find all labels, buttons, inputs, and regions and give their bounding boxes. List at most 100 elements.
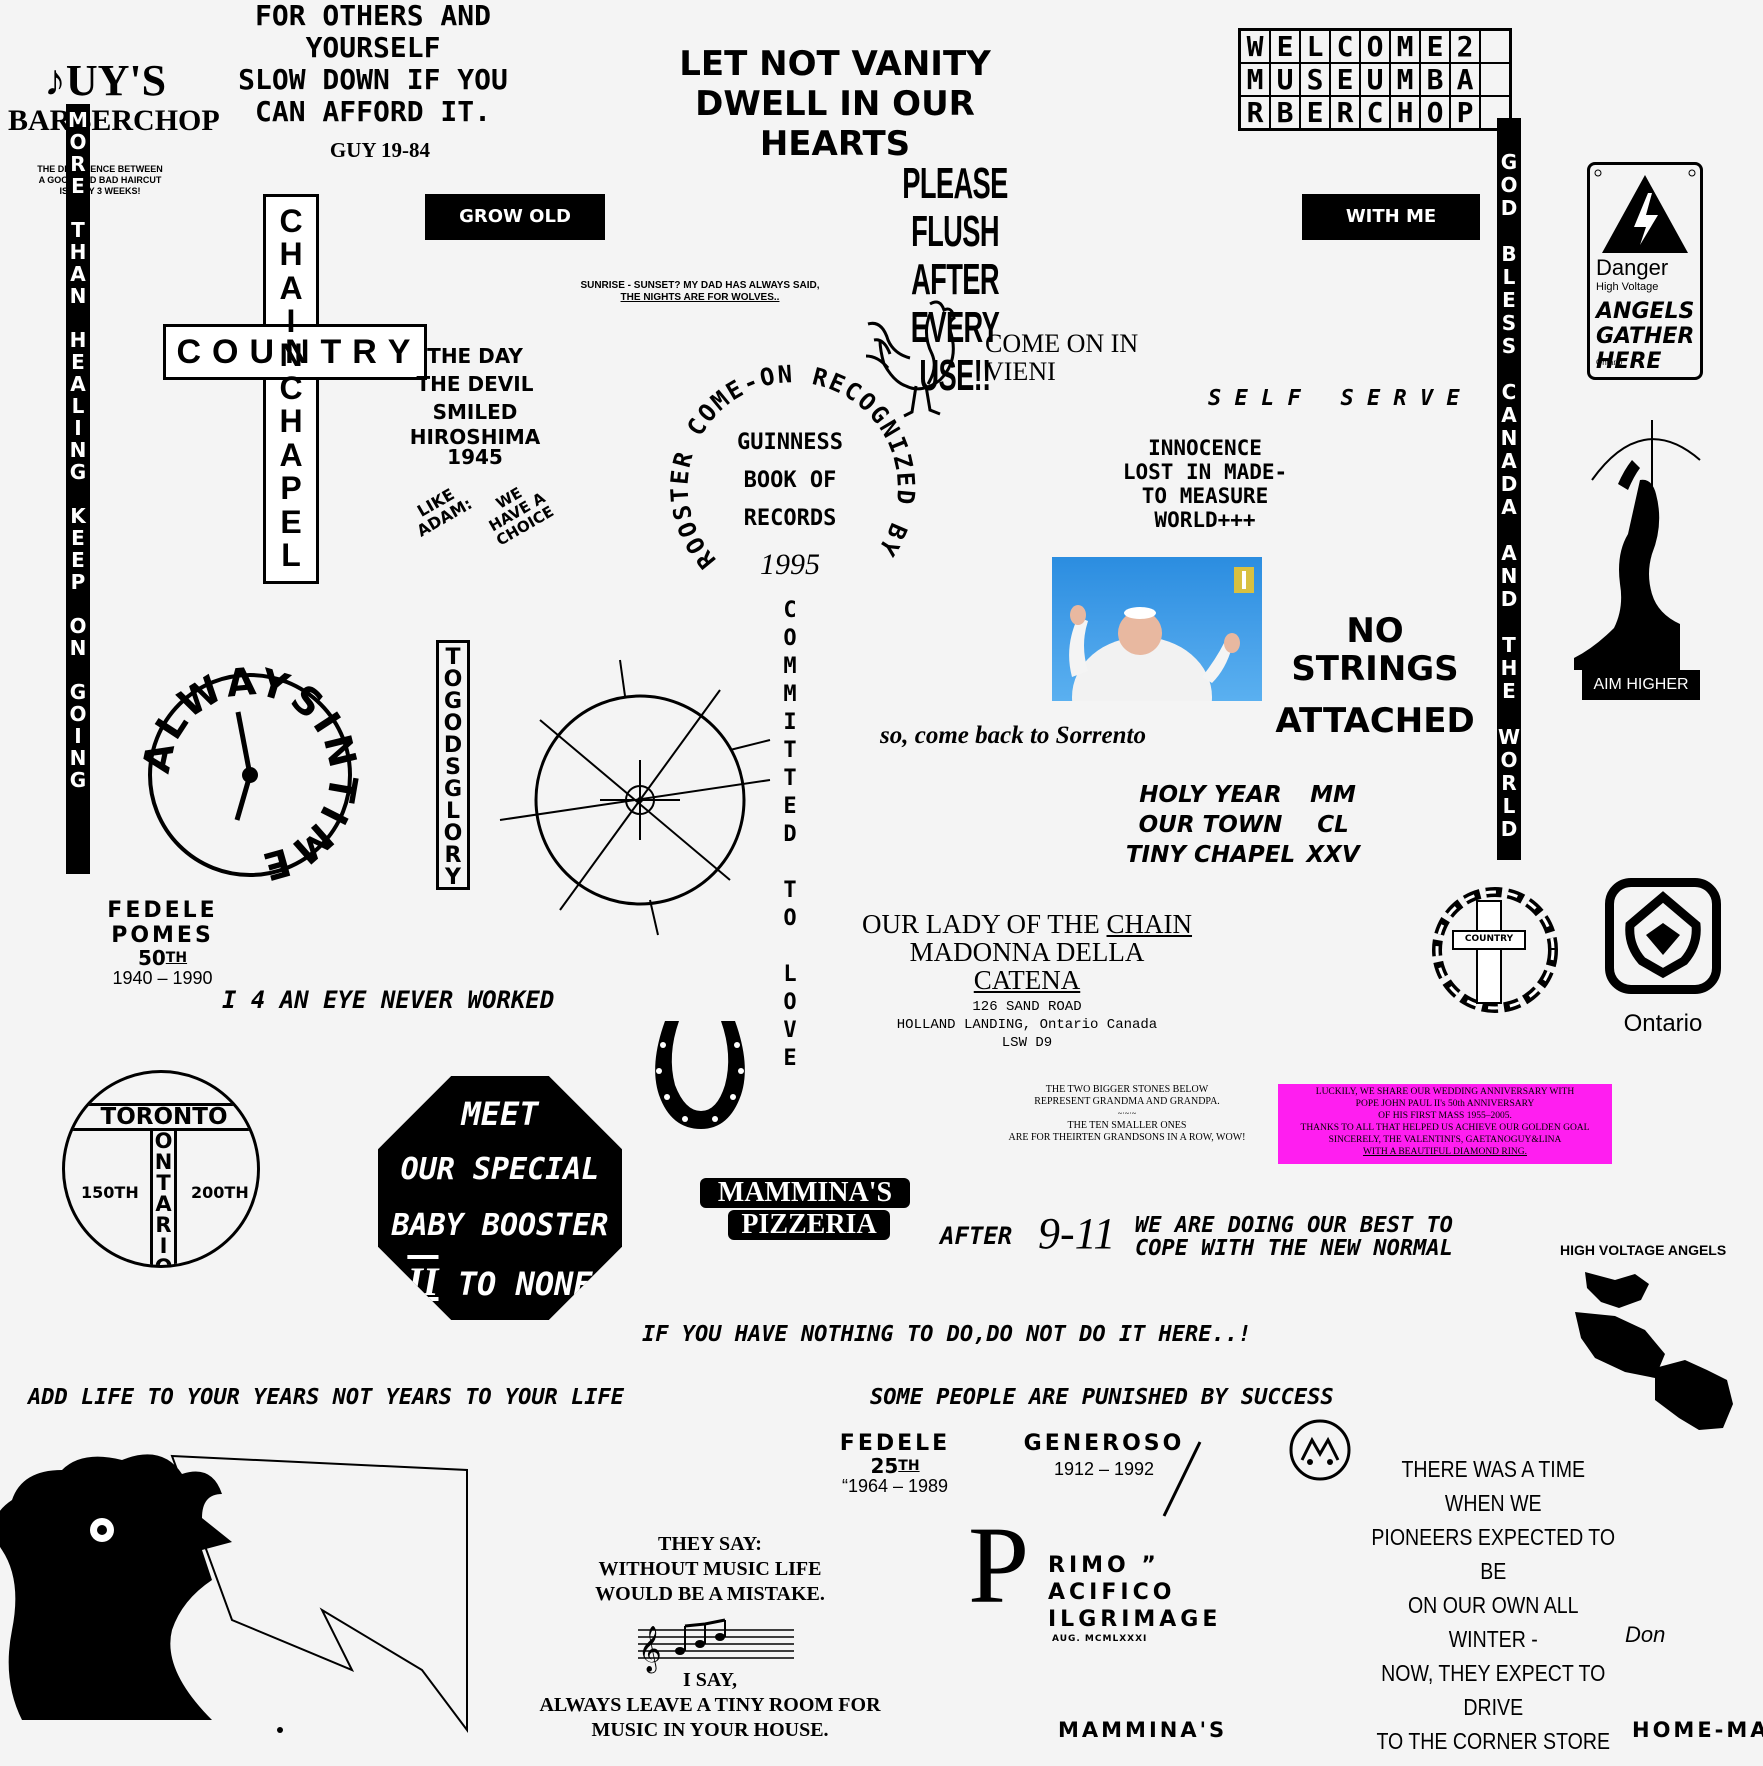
music-line-6: MUSIC IN YOUR HOUSE. [591,1719,829,1741]
holy-year-label: OUR TOWN [1138,812,1283,838]
toronto-vertical-letter: O [154,1129,173,1153]
committed-to-love-letter: D [783,822,797,847]
holy-year-table: HOLY YEAR MM OUR TOWN CL TINY CHAPEL XXV [1118,780,1363,870]
welcome-grid-cell: A [1450,63,1480,96]
welcome-grid-cell: 2 [1450,30,1480,63]
aim-higher-label: AIM HIGHER [1582,670,1700,700]
vertical-banner-left-letter: N [69,284,87,308]
welcome-grid-cell: U [1360,63,1390,96]
vanity-line-2: DWELL IN OUR HEARTS [695,84,975,164]
welcome-grid-cell [1480,63,1510,96]
vertical-banner-left: MORE THAN HEALING KEEP ON GOING [66,104,90,874]
music-quote-bottom: I SAY, ALWAYS LEAVE A TINY ROOM FOR MUSI… [530,1668,890,1743]
guinness-year: 1995 [760,548,820,581]
our-lady-line-2b: CATENA [973,965,1081,995]
holy-year-row: TINY CHAPEL XXV [1118,840,1363,870]
vanity-line-1: LET NOT VANITY [679,44,991,84]
home-ma-label: HOME-MA [1632,1718,1763,1742]
committed-to-love-letter: O [783,626,797,651]
fedele-pomes-anniv-num: 50 [137,946,166,970]
add-life-text: ADD LIFE TO YOUR YEARS NOT YEARS TO YOUR… [28,1385,625,1410]
holy-year-label: TINY CHAPEL [1125,842,1296,868]
m-circle-icon [1289,1419,1351,1481]
vertical-banner-right-letter: S [1501,311,1517,335]
fedele-25-anniv: 25TH [830,1456,960,1476]
vertical-banner-left-letter: M [68,108,88,132]
vertical-banner-left-letter: E [71,350,85,374]
vertical-banner-right-letter [1506,221,1513,241]
self-serve-text: S E L F S E R V E [1208,386,1460,411]
cross-vertical-letter: N [279,336,303,373]
toronto-vertical-letter: I [159,1234,168,1258]
welcome-grid-cell: C [1360,96,1390,129]
toronto-vertical-letter: R [155,1213,172,1237]
vertical-banner-right-letter: L [1502,794,1516,818]
guys-tagline-3: IS ONLY 3 WEEKS! [59,186,141,196]
cross-vertical-letter: H [279,403,303,440]
welcome-grid-cell: O [1420,96,1450,129]
primo-text: RIMO ” ACIFICO ILGRIMAGE [1048,1552,1221,1633]
fedele-pomes-anniv: 50TH [55,948,270,968]
holy-year-label: HOLY YEAR [1139,782,1282,808]
vertical-banner-right-letter: S [1501,334,1517,358]
after-911-line-1: WE ARE DOING OUR BEST TO [1135,1213,1453,1238]
vertical-banner-right-letter: E [1502,288,1516,312]
pioneers-line-5: TO THE CORNER STORE [1376,1728,1611,1754]
welcome-grid-cell: H [1390,96,1420,129]
committed-to-love-letter: M [783,682,797,707]
holy-year-number: XXV [1306,842,1360,868]
vertical-banner-left-letter: L [71,394,85,418]
mammina-bottom-label: MAMMINA'S [1058,1718,1228,1742]
to-gods-glory-letter: Y [445,865,461,890]
aim-higher-logo: AIM HIGHER [1574,420,1701,700]
pioneers-line-4: NOW, THEY EXPECT TO DRIVE [1381,1660,1606,1720]
devil-line-2: THE DEVIL [416,372,534,396]
vertical-banner-left-letter: I [74,416,82,440]
svg-text:𝄞: 𝄞 [638,1626,662,1674]
vertical-banner-right-letter [1506,704,1513,724]
always-in-time-clock: ALWAYSINTIME [134,659,362,890]
toronto-ontario-logo: TORONTO ONTARIO 150TH 200TH [62,1070,260,1268]
vertical-banner-left-letter: A [70,262,86,286]
vertical-banner-right-letter: A [1501,403,1517,427]
our-lady-addr-3: LSW D9 [1001,1035,1053,1051]
stop-line-2: OUR SPECIAL [400,1152,600,1187]
map-islands-icon [1575,1272,1733,1430]
vertical-banner-right-letter: A [1501,495,1517,519]
punished-text: SOME PEOPLE ARE PUNISHED BY SUCCESS [870,1385,1334,1410]
vertical-banner-right-letter: A [1501,449,1517,473]
others-signature: GUY 19-84 [329,138,431,162]
rooster-head-silhouette-icon [0,1454,468,1733]
cross-vertical-letter: A [279,436,303,473]
sunrise-line-2: THE NIGHTS ARE FOR WOLVES.. [620,292,780,303]
guinness-line-3: RECORDS [743,506,837,531]
flush-line-1: PLEASE FLUSH [902,159,1008,256]
committed-to-love-letter: I [783,710,797,735]
stones-line-2: REPRESENT GRANDMA AND GRANDPA. [1034,1096,1220,1107]
no-strings-line-3: ATTACHED [1275,701,1475,741]
welcome-grid-cell: M [1390,63,1420,96]
rooster-outline-icon [865,300,956,418]
welcome-museum-grid: WELCOME2 MUSEUMBA RBERCHOP [1238,28,1512,131]
toronto-vertical-text: ONTARIO [153,1129,174,1266]
no-strings-text: NO STRINGS ATTACHED [1270,612,1480,740]
toronto-vertical-letter: A [155,1192,172,1216]
vertical-banner-right-letter [1506,520,1513,540]
welcome-grid-cell: C [1330,30,1360,63]
vertical-banner-left-letter: G [69,680,87,704]
our-lady-addr-1: 126 SAND ROAD [972,999,1082,1015]
our-lady-line-2: MADONNA DELLA CATENA [862,938,1192,994]
archer-silhouette-icon [1574,420,1701,670]
vertical-banner-left-letter: O [69,614,87,638]
pink-line-1: LUCKILY, WE SHARE OUR WEDDING ANNIVERSAR… [1315,1087,1575,1097]
committed-to-love-letter: T [783,738,797,763]
vertical-banner-right-letter: O [1500,748,1518,772]
devil-line-5: 1945 [447,445,503,469]
primo-line-1: RIMO ” [1048,1553,1160,1578]
toronto-vertical-letter: T [156,1171,171,1195]
cross-vertical-letter: L [281,536,301,573]
cross-vertical-text: CHAINCHAPEL [266,205,316,573]
stop-line-4a: II [407,1259,439,1304]
others-line-2: YOURSELF [305,31,441,64]
devil-text: THE DAY THE DEVIL SMILED HIROSHIMA 1945 [405,342,545,469]
